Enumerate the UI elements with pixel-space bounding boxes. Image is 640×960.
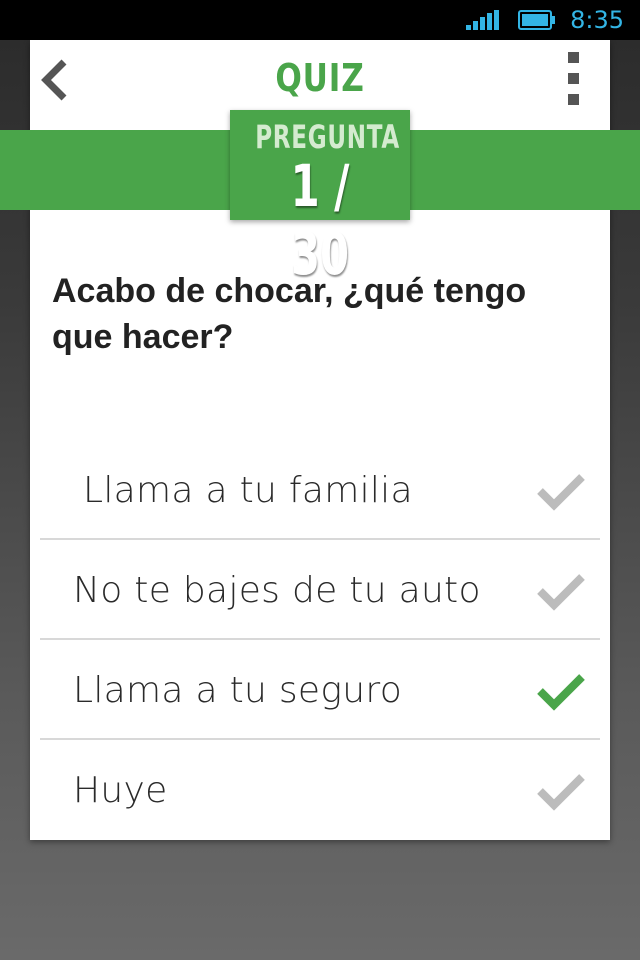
status-bar: 8:35 <box>0 0 640 40</box>
check-icon <box>537 774 585 811</box>
answer-option[interactable]: Llama a tu seguro <box>40 640 600 740</box>
badge-label: PREGUNTA <box>255 118 400 156</box>
answer-text: Llama a tu seguro <box>73 670 403 711</box>
page-title: QUIZ <box>275 56 365 100</box>
question-text: Acabo de chocar, ¿qué tengo que hacer? <box>52 272 527 356</box>
answer-text: Huye <box>73 770 168 811</box>
answer-text: No te bajes de tu auto <box>73 570 481 611</box>
answer-list: Llama a tu familia No te bajes de tu aut… <box>40 440 600 840</box>
answer-option[interactable]: Huye <box>40 740 600 840</box>
more-vert-icon[interactable] <box>566 52 582 106</box>
check-icon <box>537 474 585 511</box>
status-time: 8:35 <box>570 6 624 34</box>
battery-icon <box>518 10 555 30</box>
check-correct-icon <box>537 674 585 711</box>
answer-text: Llama a tu familia <box>83 470 413 511</box>
check-icon <box>537 574 585 611</box>
answer-option[interactable]: No te bajes de tu auto <box>40 540 600 640</box>
signal-icon <box>466 10 499 30</box>
question-counter-badge: PREGUNTA 1 / 30 <box>230 110 410 288</box>
answer-option[interactable]: Llama a tu familia <box>40 440 600 540</box>
